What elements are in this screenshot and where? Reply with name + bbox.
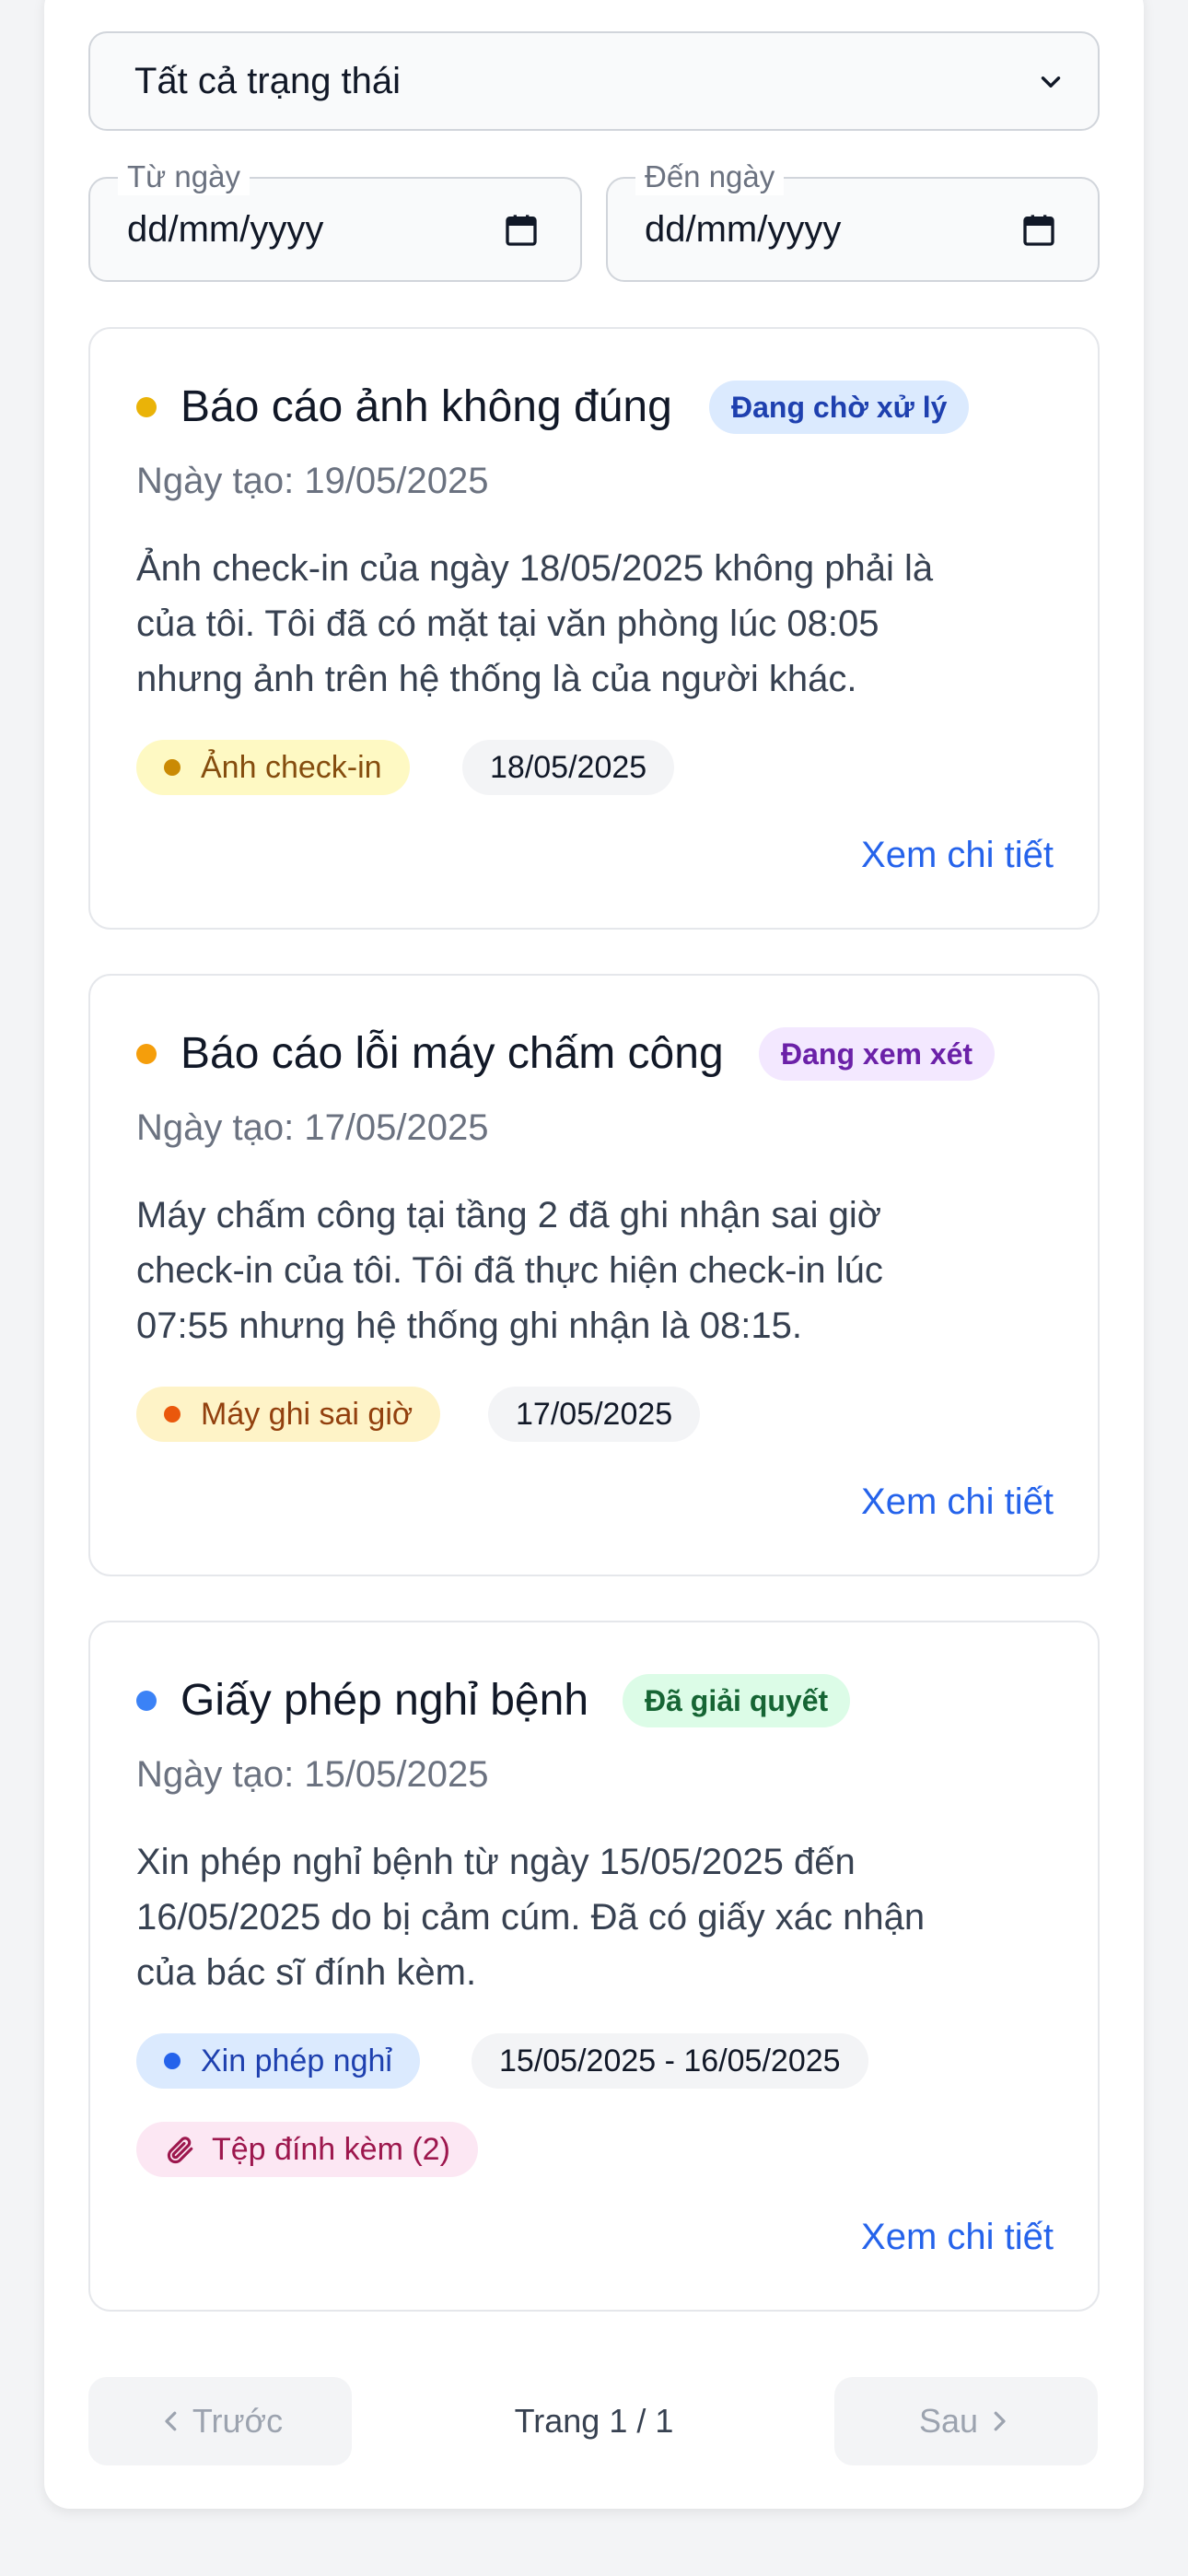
status-filter-value: Tất cả trạng thái xyxy=(134,60,402,101)
description-line: 07:55 nhưng hệ thống ghi nhận là 08:15. xyxy=(136,1306,802,1346)
report-type-label: Ảnh check-in xyxy=(201,750,382,785)
description-line: của bác sĩ đính kèm. xyxy=(136,1952,477,1993)
attachment-label: Tệp đính kèm (2) xyxy=(212,2132,450,2167)
report-created-date: Ngày tạo: 17/05/2025 xyxy=(136,1107,489,1148)
status-badge: Đã giải quyết xyxy=(623,1674,851,1727)
next-page-label: Sau xyxy=(918,2402,979,2440)
from-date-value: dd/mm/yyyy xyxy=(127,208,324,250)
report-status-dot xyxy=(136,397,157,417)
report-status-dot xyxy=(136,1044,157,1064)
tag-dot-icon xyxy=(164,2053,181,2069)
paperclip-icon xyxy=(167,2137,193,2164)
description-line: Xin phép nghỉ bệnh từ ngày 15/05/2025 đế… xyxy=(136,1842,856,1882)
report-date-tag: 17/05/2025 xyxy=(488,1387,701,1442)
tag-dot-icon xyxy=(164,759,181,776)
report-title: Báo cáo lỗi máy chấm công xyxy=(181,1029,724,1078)
description-line: của tôi. Tôi đã có mặt tại văn phòng lúc… xyxy=(136,603,879,644)
chevron-left-icon xyxy=(165,2411,177,2431)
description-line: Ảnh check-in của ngày 18/05/2025 không p… xyxy=(136,548,934,589)
next-page-button[interactable]: Sau xyxy=(834,2377,1098,2465)
report-created-date: Ngày tạo: 15/05/2025 xyxy=(136,1754,489,1795)
status-filter-select[interactable]: Tất cả trạng thái xyxy=(88,31,1100,131)
to-date-input[interactable]: Đến ngày dd/mm/yyyy xyxy=(606,158,1100,282)
report-description: Máy chấm công tại tầng 2 đã ghi nhận sai… xyxy=(136,1188,1066,1353)
report-description: Ảnh check-in của ngày 18/05/2025 không p… xyxy=(136,541,1066,707)
report-title: Giấy phép nghỉ bệnh xyxy=(181,1676,589,1725)
description-line: check-in của tôi. Tôi đã thực hiện check… xyxy=(136,1250,883,1291)
report-card[interactable]: Giấy phép nghỉ bệnh Đã giải quyết Ngày t… xyxy=(88,1621,1100,2312)
from-date-input[interactable]: Từ ngày dd/mm/yyyy xyxy=(88,158,582,282)
to-date-value: dd/mm/yyyy xyxy=(645,208,842,250)
to-date-label: Đến ngày xyxy=(635,158,785,195)
report-created-date: Ngày tạo: 19/05/2025 xyxy=(136,461,489,501)
view-details-link[interactable]: Xem chi tiết xyxy=(861,1479,1054,1525)
tag-dot-icon xyxy=(164,1406,181,1423)
report-type-tag: Ảnh check-in xyxy=(136,740,410,795)
report-date-tag: 18/05/2025 xyxy=(462,740,675,795)
view-details-link[interactable]: Xem chi tiết xyxy=(861,2214,1054,2260)
report-card[interactable]: Báo cáo ảnh không đúng Đang chờ xử lý Ng… xyxy=(88,327,1100,930)
report-type-tag: Xin phép nghỉ xyxy=(136,2033,420,2089)
report-type-label: Máy ghi sai giờ xyxy=(201,1397,413,1432)
chevron-down-icon xyxy=(1041,76,1061,88)
status-badge: Đang chờ xử lý xyxy=(709,381,970,434)
report-card[interactable]: Báo cáo lỗi máy chấm công Đang xem xét N… xyxy=(88,974,1100,1576)
report-status-dot xyxy=(136,1691,157,1711)
attachment-tag[interactable]: Tệp đính kèm (2) xyxy=(136,2122,478,2177)
prev-page-label: Trước xyxy=(192,2402,284,2440)
view-details-link[interactable]: Xem chi tiết xyxy=(861,832,1054,878)
prev-page-button[interactable]: Trước xyxy=(88,2377,352,2465)
report-type-tag: Máy ghi sai giờ xyxy=(136,1387,441,1442)
report-date-tag: 15/05/2025 - 16/05/2025 xyxy=(472,2033,868,2089)
page-indicator: Trang 1 / 1 xyxy=(514,2402,674,2440)
chevron-right-icon xyxy=(994,2411,1006,2431)
report-title: Báo cáo ảnh không đúng xyxy=(181,382,672,431)
status-badge: Đang xem xét xyxy=(759,1027,996,1081)
report-type-label: Xin phép nghỉ xyxy=(201,2043,392,2078)
from-date-label: Từ ngày xyxy=(118,158,250,195)
calendar-icon[interactable] xyxy=(503,212,540,249)
calendar-icon[interactable] xyxy=(1020,212,1057,249)
description-line: Máy chấm công tại tầng 2 đã ghi nhận sai… xyxy=(136,1195,881,1235)
description-line: nhưng ảnh trên hệ thống là của người khá… xyxy=(136,659,857,699)
description-line: 16/05/2025 do bị cảm cúm. Đã có giấy xác… xyxy=(136,1897,926,1938)
report-description: Xin phép nghỉ bệnh từ ngày 15/05/2025 đế… xyxy=(136,1834,1066,2000)
